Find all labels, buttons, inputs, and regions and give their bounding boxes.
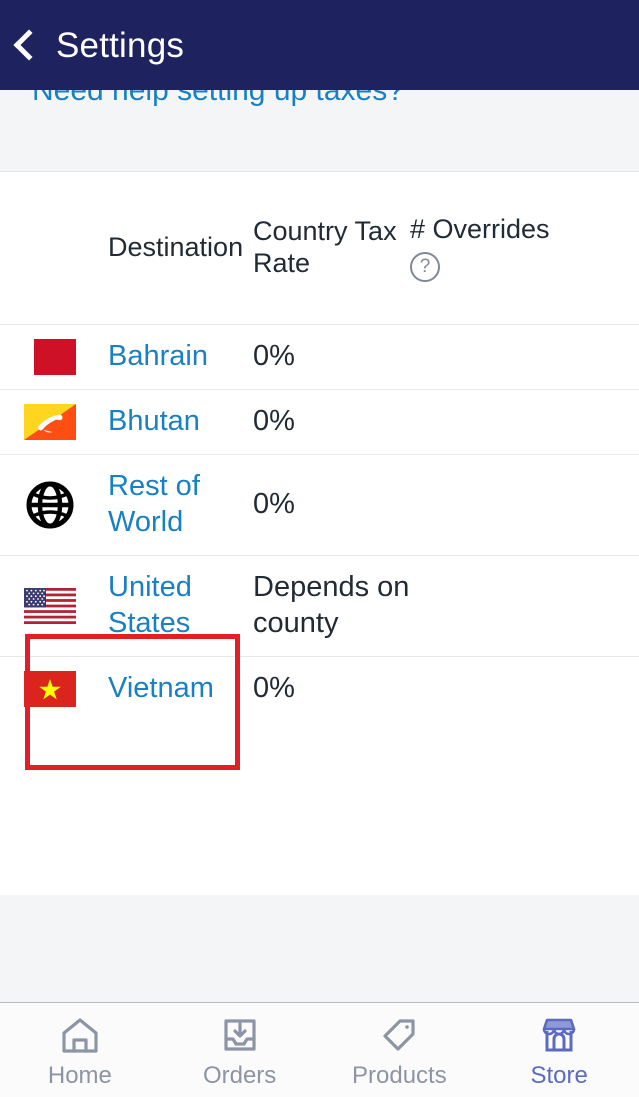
- row-flag-cell: [0, 324, 100, 389]
- row-destination-cell: Rest of World: [100, 455, 253, 556]
- column-header-destination: Destination: [108, 231, 244, 262]
- tax-rates-table: Destination Country Tax Rate # Overrides…: [0, 172, 639, 721]
- storefront-icon: [537, 1013, 581, 1057]
- nav-label-products: Products: [352, 1061, 447, 1089]
- nav-item-products[interactable]: Products: [320, 1003, 480, 1097]
- row-flag-cell: [0, 455, 100, 556]
- row-tax-rate-cell: 0%: [253, 405, 295, 438]
- row-destination-cell: United States: [100, 556, 253, 657]
- destination-link[interactable]: Vietnam: [108, 672, 214, 704]
- row-flag-cell: [0, 556, 100, 657]
- tag-icon: [377, 1013, 421, 1057]
- back-button[interactable]: [0, 0, 52, 90]
- row-flag-cell: [0, 657, 100, 722]
- table-header-row: Destination Country Tax Rate # Overrides…: [0, 172, 639, 324]
- bottom-navigation: Home Orders Products Store: [0, 1002, 639, 1097]
- page-title: Settings: [56, 25, 185, 65]
- nav-item-store[interactable]: Store: [479, 1003, 639, 1097]
- column-header-country-tax-rate: Country Tax Rate: [253, 215, 397, 278]
- table-row[interactable]: United States Depends on county: [0, 555, 639, 657]
- app-header: Settings: [0, 0, 639, 90]
- row-flag-cell: [0, 389, 100, 454]
- bhutan-flag: [24, 404, 76, 441]
- globe-icon: [24, 479, 76, 531]
- chevron-left-icon: [13, 29, 45, 61]
- destination-link[interactable]: United States: [108, 571, 192, 639]
- row-overrides-cell: [410, 657, 639, 722]
- row-overrides-cell: [410, 324, 639, 389]
- row-destination-cell: Bahrain: [100, 324, 253, 389]
- destination-link[interactable]: Bhutan: [108, 405, 200, 437]
- nav-label-orders: Orders: [202, 1061, 277, 1089]
- row-tax-rate-cell: 0%: [253, 488, 295, 521]
- nav-item-home[interactable]: Home: [0, 1003, 160, 1097]
- table-row[interactable]: Rest of World 0%: [0, 454, 639, 556]
- row-overrides-cell: [410, 455, 639, 556]
- app-screen: Need help setting up taxes? Destination …: [0, 0, 639, 1097]
- destination-link[interactable]: Bahrain: [108, 340, 208, 372]
- table-row[interactable]: Bahrain 0%: [0, 324, 639, 389]
- column-header-overrides: # Overrides ?: [410, 172, 639, 324]
- table-row[interactable]: Bhutan 0%: [0, 389, 639, 454]
- row-overrides-cell: [410, 389, 639, 454]
- nav-label-home: Home: [47, 1061, 112, 1089]
- united-states-flag: [24, 588, 76, 625]
- inbox-download-icon: [218, 1013, 262, 1057]
- table-body: Bahrain 0% Bhutan 0% Rest of World 0% Un…: [0, 324, 639, 721]
- column-header-overrides-label: # Overrides: [410, 213, 550, 244]
- table-header: Destination Country Tax Rate # Overrides…: [0, 172, 639, 324]
- row-destination-cell: Bhutan: [100, 389, 253, 454]
- vietnam-flag: [24, 671, 76, 708]
- column-header-flag: [0, 172, 100, 324]
- row-overrides-cell: [410, 556, 639, 657]
- destination-link[interactable]: Rest of World: [108, 470, 200, 538]
- question-circle-icon[interactable]: ?: [410, 251, 440, 282]
- row-tax-rate-cell: 0%: [253, 672, 295, 705]
- home-icon: [58, 1013, 102, 1057]
- tax-rates-card: Destination Country Tax Rate # Overrides…: [0, 172, 639, 895]
- table-row[interactable]: Vietnam 0%: [0, 656, 639, 722]
- row-tax-rate-cell: 0%: [253, 339, 295, 372]
- row-destination-cell: Vietnam: [100, 657, 253, 722]
- nav-label-store: Store: [530, 1061, 588, 1089]
- row-tax-rate-cell: Depends on county: [253, 571, 410, 640]
- bahrain-flag: [24, 338, 76, 375]
- nav-item-orders[interactable]: Orders: [160, 1003, 320, 1097]
